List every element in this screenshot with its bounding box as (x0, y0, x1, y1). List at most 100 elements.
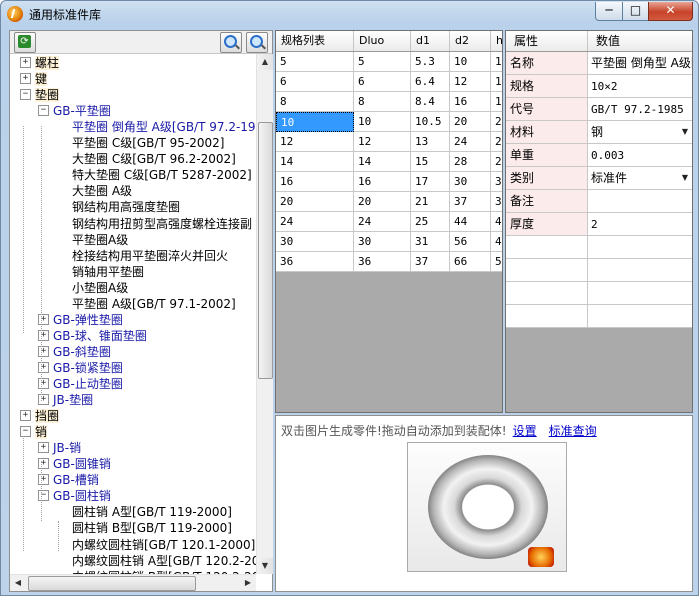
table-cell[interactable]: 4 (491, 212, 502, 232)
tree-node[interactable]: + JB-垫圈 (38, 392, 93, 408)
property-value[interactable] (588, 190, 692, 213)
tree-node[interactable]: 平垫圈 C级[GB/T 95-2002] (72, 135, 224, 151)
table-row[interactable]: 5 5 5.3 10 1 (276, 52, 502, 72)
tree-expand-icon[interactable]: + (20, 410, 31, 421)
maximize-button[interactable]: □ (622, 2, 649, 21)
table-row[interactable]: 30 30 31 56 4 (276, 232, 502, 252)
table-cell[interactable]: 66 (450, 252, 491, 272)
table-cell[interactable]: 12 (354, 132, 411, 152)
table-cell[interactable]: 1 (491, 52, 502, 72)
table-row[interactable]: 36 36 37 66 5 (276, 252, 502, 272)
table-cell[interactable]: 30 (354, 232, 411, 252)
property-value[interactable]: 标准件 ▼ (588, 167, 692, 190)
tree-node[interactable]: 钢结构用高强度垫圈 (72, 199, 180, 215)
table-row[interactable]: 666.4121.6 (276, 72, 502, 92)
table-cell[interactable]: 4 (491, 232, 502, 252)
refresh-button[interactable]: ⟳ (14, 32, 36, 53)
tree-node[interactable]: − GB-平垫圈 (38, 103, 111, 119)
tree-expand-icon[interactable]: + (38, 362, 49, 373)
tree-expand-icon[interactable]: + (38, 458, 49, 469)
tree-node[interactable]: 圆柱销 B型[GB/T 119-2000] (72, 520, 232, 536)
table-cell[interactable]: 44 (450, 212, 491, 232)
tree-node[interactable]: 钢结构用扭剪型高强度螺栓连接副 (72, 216, 252, 232)
table-cell[interactable]: 14 (354, 152, 411, 172)
table-row[interactable]: 10 10 10.5 20 2 (276, 112, 502, 132)
tree-node[interactable]: + 螺柱 (20, 55, 60, 71)
tree-expand-icon[interactable]: + (38, 394, 49, 405)
tree-node[interactable]: 内螺纹圆柱销[GB/T 120.1-2000] (72, 537, 255, 553)
tree-node[interactable]: 平垫圈 倒角型 A级[GB/T 97.2-1985] (72, 119, 256, 135)
table-cell[interactable]: 5.3 (411, 52, 450, 72)
table-cell[interactable]: 16 (276, 172, 354, 192)
property-row[interactable]: 材料钢 ▼ (506, 121, 692, 144)
property-row[interactable]: 备注 (506, 190, 692, 213)
table-row[interactable]: 888.4161.6 (276, 92, 502, 112)
tree-collapse-icon[interactable]: − (20, 426, 31, 437)
part-preview-image[interactable] (407, 442, 567, 572)
spec-column-header[interactable]: 规格列表 (276, 31, 354, 51)
table-cell[interactable]: 37 (411, 252, 450, 272)
table-cell[interactable]: 12 (276, 132, 354, 152)
tree-collapse-icon[interactable]: − (38, 490, 49, 501)
table-cell[interactable]: 24 (354, 212, 411, 232)
tree-node[interactable]: + GB-弹性垫圈 (38, 312, 123, 328)
tree-node[interactable]: + GB-圆锥销 (38, 456, 111, 472)
table-cell[interactable]: 2 (491, 112, 502, 132)
table-cell[interactable]: 3 (491, 192, 502, 212)
table-cell[interactable]: 30 (450, 172, 491, 192)
tree-expand-icon[interactable]: + (38, 330, 49, 341)
close-button[interactable]: ✕ (648, 2, 693, 21)
property-value[interactable]: 0.003 (588, 144, 692, 167)
table-cell[interactable]: 5 (491, 252, 502, 272)
table-row[interactable]: 24 24 25 44 4 (276, 212, 502, 232)
tree-horizontal-scrollbar[interactable]: ◀ ▶ (10, 574, 256, 591)
tree-expand-icon[interactable]: + (38, 378, 49, 389)
spec-column-header[interactable]: Dluo (354, 31, 411, 51)
tree-expand-icon[interactable]: + (20, 73, 31, 84)
table-row[interactable]: 20 20 21 37 3 (276, 192, 502, 212)
table-row[interactable]: 16 16 17 30 3 (276, 172, 502, 192)
tree-node[interactable]: 小垫圈A级 (72, 280, 128, 296)
tree-vertical-scrollbar[interactable]: ▲ ▼ (256, 54, 273, 574)
tree-node[interactable]: + GB-锁紧垫圈 (38, 360, 123, 376)
property-value[interactable]: 10×2 (588, 75, 692, 98)
table-cell[interactable]: 1.6 (491, 72, 502, 92)
property-grid[interactable]: 属性 数值 名称平垫圈 倒角型 A级[GB/T 97.2-1985]规格10×2… (505, 30, 693, 413)
table-cell[interactable]: 30 (276, 232, 354, 252)
tree-node[interactable]: − 垫圈 (20, 87, 60, 103)
table-cell[interactable]: 24 (450, 132, 491, 152)
tree-node[interactable]: 大垫圈 C级[GB/T 96.2-2002] (72, 151, 236, 167)
minimize-button[interactable]: ─ (595, 2, 623, 21)
category-tree[interactable]: + 螺柱 + 键 − 垫圈 − GB-平垫圈 平垫圈 倒角型 A级[GB/T 97.2-1985… (10, 54, 256, 574)
table-cell[interactable]: 36 (354, 252, 411, 272)
table-cell[interactable]: 5 (276, 52, 354, 72)
standard-query-link[interactable]: 标准查询 (549, 424, 597, 438)
scroll-down-arrow-icon[interactable]: ▼ (257, 558, 273, 574)
search-next-button[interactable] (246, 32, 268, 53)
tree-node[interactable]: + GB-斜垫圈 (38, 344, 111, 360)
tree-expand-icon[interactable]: + (38, 474, 49, 485)
scroll-up-arrow-icon[interactable]: ▲ (257, 54, 273, 70)
tree-expand-icon[interactable]: + (38, 346, 49, 357)
table-cell[interactable]: 37 (450, 192, 491, 212)
tree-node[interactable]: 特大垫圈 C级[GB/T 5287-2002] (72, 167, 252, 183)
table-cell[interactable]: 16 (354, 172, 411, 192)
spec-column-header[interactable]: d1 (411, 31, 450, 51)
tree-node[interactable]: + 键 (20, 71, 48, 87)
table-cell[interactable]: 1.6 (491, 92, 502, 112)
table-cell[interactable]: 15 (411, 152, 450, 172)
tree-node[interactable]: + GB-球、锥面垫圈 (38, 328, 147, 344)
table-cell[interactable]: 20 (276, 192, 354, 212)
table-cell[interactable]: 10 (276, 112, 354, 132)
spec-table[interactable]: 规格列表Dluod1d2h 555.3101666.4121.6888.4161… (275, 30, 503, 413)
dropdown-arrow-icon[interactable]: ▼ (680, 127, 690, 137)
table-cell[interactable]: 6 (354, 72, 411, 92)
table-cell[interactable]: 8.4 (411, 92, 450, 112)
tree-horizontal-scroll-thumb[interactable] (28, 576, 196, 591)
table-cell[interactable]: 17 (411, 172, 450, 192)
table-row[interactable]: 121213242.5 (276, 132, 502, 152)
property-row[interactable]: 厚度 2 (506, 213, 692, 236)
scroll-right-arrow-icon[interactable]: ▶ (240, 575, 256, 591)
table-cell[interactable]: 5 (354, 52, 411, 72)
table-cell[interactable]: 6 (276, 72, 354, 92)
